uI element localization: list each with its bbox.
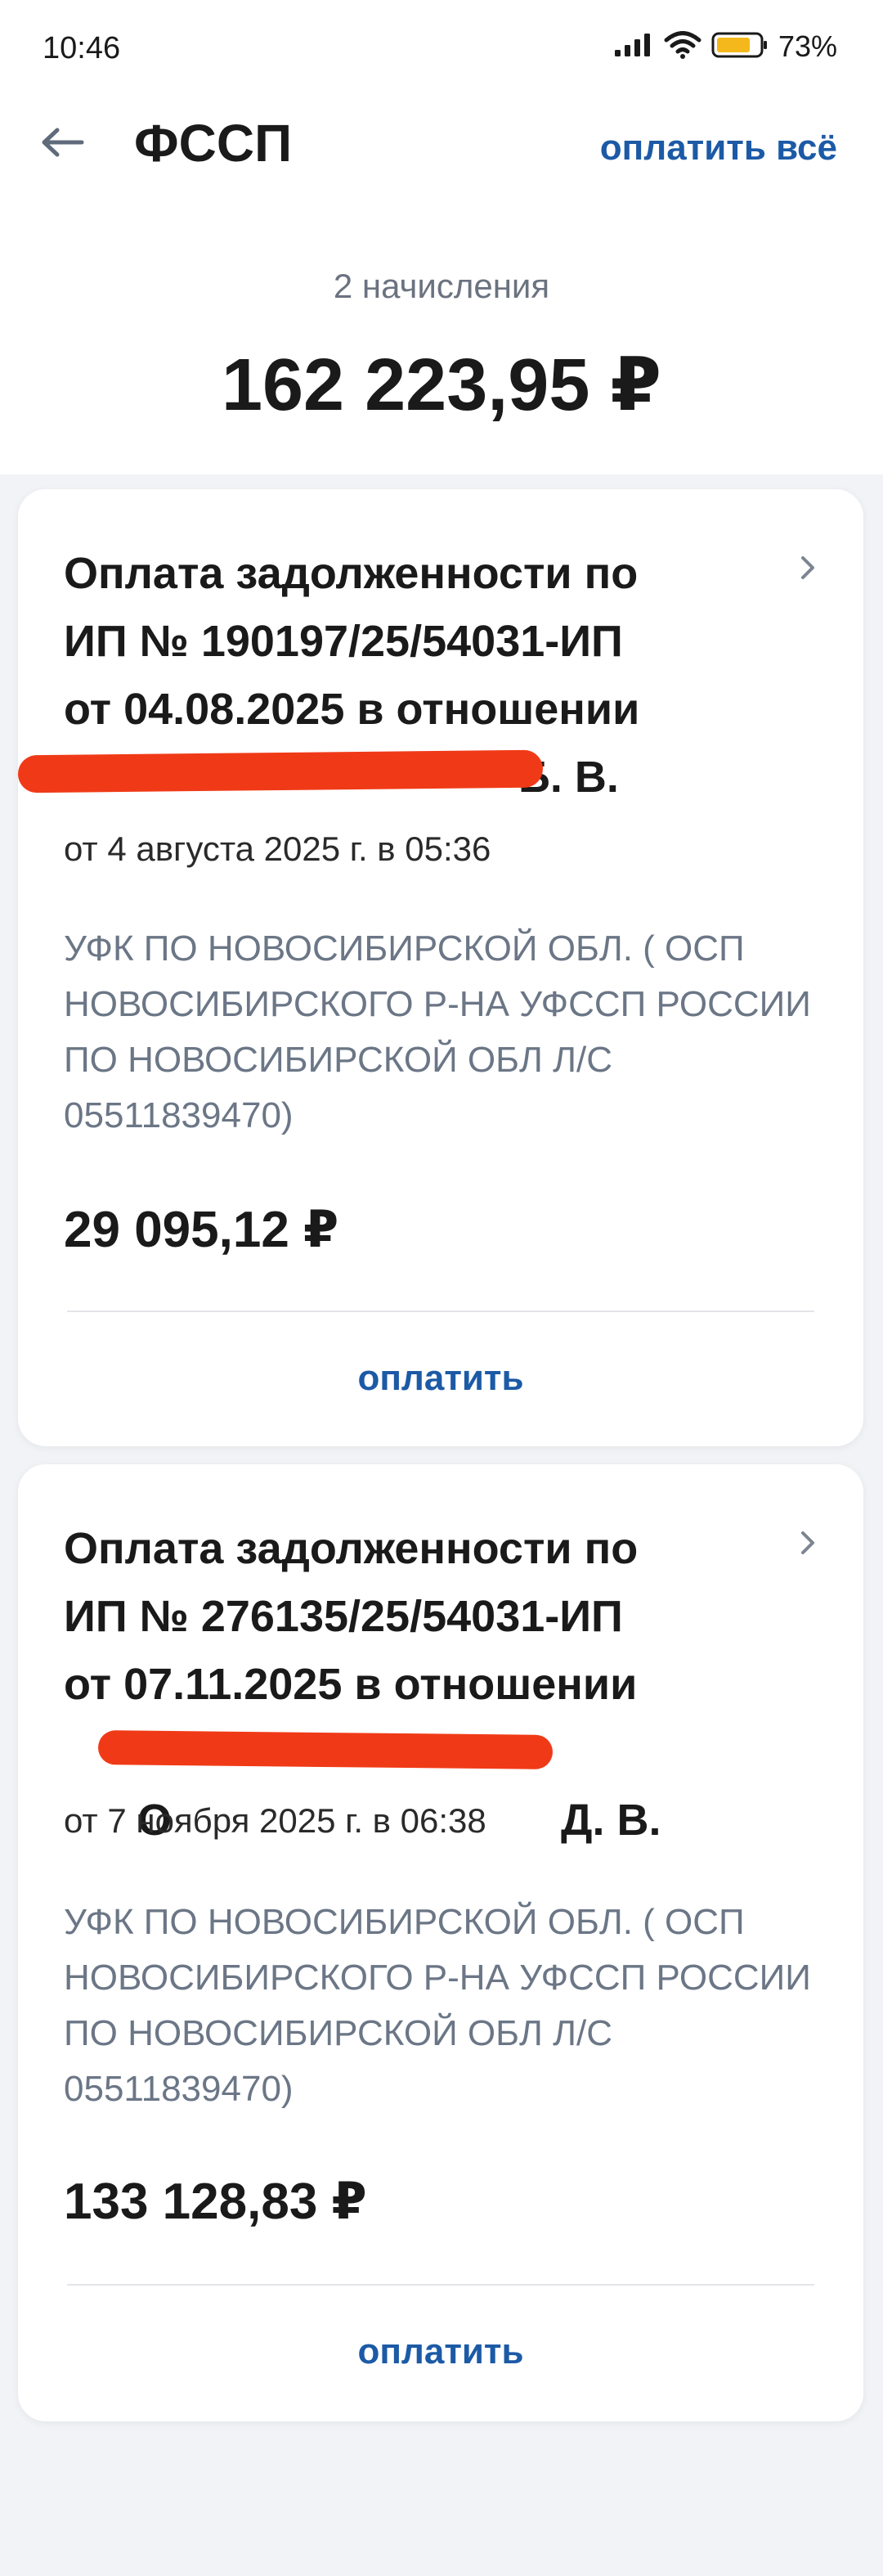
battery-percent: 73% [778, 29, 837, 63]
charge-title-line: ИП № 190197/25/54031-ИП [64, 617, 623, 666]
page-title: ФССП [134, 114, 293, 173]
charge-title: Оплата задолженности по ИП № 276135/25/5… [64, 1515, 767, 1922]
divider [67, 1310, 814, 1312]
charge-amount: 133 128,83 ₽ [64, 2174, 367, 2230]
pay-button[interactable]: оплатить [18, 2331, 863, 2372]
status-time: 10:46 [43, 31, 121, 65]
charges-count: 2 начисления [333, 267, 550, 305]
total-amount: 162 223,95 ₽ [221, 344, 662, 426]
charge-title-line: от 07.11.2025 в отношении [64, 1660, 638, 1709]
charge-title-line: от 04.08.2025 в отношении [64, 685, 640, 734]
status-icons: 73% [613, 29, 837, 64]
battery-icon [711, 31, 769, 63]
charge-title-tail: Д. В. [561, 1796, 661, 1845]
divider [67, 2284, 814, 2286]
charge-amount: 29 095,12 ₽ [64, 1202, 339, 1258]
header-area: 10:46 73% ФССП оплатить всё 2 начисления… [0, 0, 883, 474]
charge-date: от 4 августа 2025 г. в 05:36 [64, 829, 491, 868]
back-arrow-icon[interactable] [36, 116, 88, 169]
charge-card[interactable]: Оплата задолженности по ИП № 276135/25/5… [18, 1464, 863, 2421]
charge-recipient: УФК ПО НОВОСИБИРСКОЙ ОБЛ. ( ОСП НОВОСИБИ… [64, 928, 811, 1135]
charge-recipient: УФК ПО НОВОСИБИРСКОЙ ОБЛ. ( ОСП НОВОСИБИ… [64, 1902, 811, 2109]
charge-title-line: ИП № 276135/25/54031-ИП [64, 1592, 623, 1641]
wifi-icon [664, 30, 701, 63]
charge-card[interactable]: Оплата задолженности по ИП № 190197/25/5… [17, 489, 863, 1446]
pay-all-button[interactable]: оплатить всё [600, 128, 837, 169]
redaction-mark [17, 749, 544, 793]
charge-title-line: Оплата задолженности по [64, 1524, 639, 1573]
signal-icon [613, 32, 654, 62]
chevron-right-icon[interactable] [793, 1528, 822, 1558]
pay-button[interactable]: оплатить [18, 1358, 863, 1399]
chevron-right-icon[interactable] [793, 553, 822, 582]
redaction-mark [97, 1730, 554, 1769]
charge-title-line: Оплата задолженности по [64, 549, 639, 598]
charge-date: от 7 ноября 2025 г. в 06:38 [64, 1801, 486, 1840]
